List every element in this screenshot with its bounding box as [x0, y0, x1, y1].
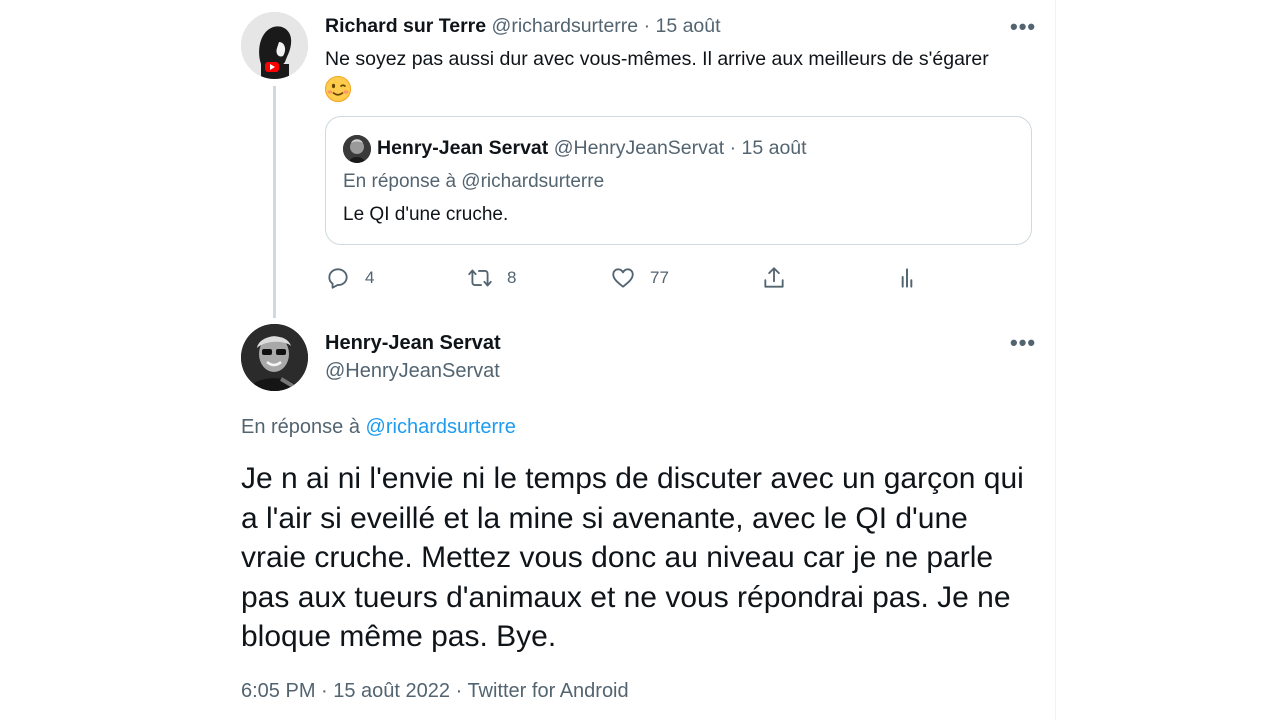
more-options-icon[interactable]: •••	[1010, 332, 1036, 354]
author-handle[interactable]: @richardsurterre	[492, 15, 639, 37]
separator-dot: ·	[729, 137, 737, 159]
quoted-tweet-text: Le QI d'une cruche.	[343, 204, 509, 225]
quoted-author-handle: @HenryJeanServat	[553, 137, 725, 159]
quoted-avatar	[343, 135, 371, 163]
tweet-timestamp[interactable]: 6:05 PM · 15 août 2022 · Twitter for And…	[241, 678, 629, 704]
reply-prefix: En réponse à	[241, 416, 360, 438]
analytics-button[interactable]	[894, 262, 920, 294]
retweet-count: 8	[507, 268, 517, 287]
quoted-tweet-header: Henry-Jean Servat @HenryJeanServat · 15 …	[377, 136, 807, 160]
tweet-date[interactable]: 15 août	[655, 15, 720, 37]
author-name[interactable]: Henry-Jean Servat	[325, 330, 501, 356]
like-button[interactable]: 77	[610, 262, 669, 294]
tweet-text: Ne soyez pas aussi dur avec vous-mêmes. …	[325, 45, 1040, 102]
tweet-header: Richard sur Terre @richardsurterre · 15 …	[325, 14, 721, 38]
retweet-icon	[468, 269, 492, 287]
avatar[interactable]	[241, 12, 308, 79]
heart-icon	[612, 268, 634, 288]
timeline-column-border	[1055, 0, 1056, 720]
thread-connector-line	[273, 86, 276, 318]
quoted-author-name: Henry-Jean Servat	[377, 137, 549, 159]
tweet-action-bar: 4 8 77	[325, 262, 925, 294]
quoted-tweet-date: 15 août	[741, 137, 807, 159]
reply-to-link[interactable]: @richardsurterre	[366, 416, 516, 438]
reply-count: 4	[365, 268, 375, 287]
analytics-icon	[901, 268, 913, 288]
henry-avatar-image	[241, 324, 308, 391]
tweet-text: Je n ai ni l'envie ni le temps de discut…	[241, 462, 1024, 653]
reply-button[interactable]: 4	[325, 262, 374, 294]
like-count: 77	[650, 268, 669, 287]
tweet-text-body: Ne soyez pas aussi dur avec vous-mêmes. …	[325, 48, 989, 70]
share-icon	[764, 267, 784, 288]
more-options-icon[interactable]: •••	[1010, 16, 1036, 38]
winking-face-icon	[325, 75, 351, 102]
henry-avatar-small-image	[343, 135, 371, 163]
author-handle[interactable]: @HenryJeanServat	[325, 358, 500, 384]
author-name[interactable]: Richard sur Terre	[325, 15, 486, 37]
richard-avatar-image	[241, 12, 308, 79]
avatar[interactable]	[241, 324, 308, 391]
retweet-button[interactable]: 8	[467, 262, 516, 294]
share-button[interactable]	[761, 262, 787, 294]
quoted-reply-context: En réponse à @richardsurterre	[343, 171, 605, 192]
reply-context: En réponse à @richardsurterre	[241, 414, 516, 440]
quoted-tweet[interactable]: Henry-Jean Servat @HenryJeanServat · 15 …	[325, 116, 1032, 245]
reply-icon	[328, 268, 348, 289]
parent-tweet[interactable]: Richard sur Terre @richardsurterre · 15 …	[0, 0, 1055, 320]
separator-dot: ·	[643, 15, 651, 37]
